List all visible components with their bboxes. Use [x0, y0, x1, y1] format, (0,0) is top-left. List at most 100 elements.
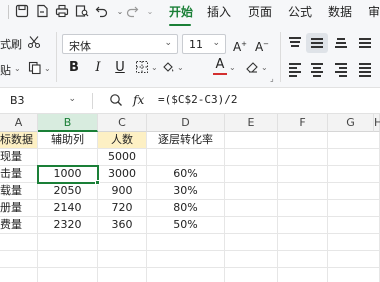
cut-icon[interactable]: [26, 35, 42, 51]
undo-icon[interactable]: [94, 4, 110, 20]
name-box[interactable]: B3 ⌄: [0, 91, 80, 111]
tab-data[interactable]: 数据: [328, 5, 352, 19]
tab-review[interactable]: 审: [368, 5, 380, 19]
cell-g4[interactable]: [328, 183, 380, 200]
insert-function-icon[interactable]: fx: [133, 93, 144, 107]
export-pdf-icon[interactable]: [34, 4, 50, 20]
formula-input[interactable]: =($C$2-C3)/2: [158, 93, 237, 106]
tab-insert[interactable]: 插入: [207, 5, 231, 19]
fill-color-icon[interactable]: [160, 60, 176, 76]
cell-g2[interactable]: [328, 149, 380, 166]
cell-b4[interactable]: 2050: [38, 183, 98, 200]
column-header-h[interactable]: H: [374, 114, 380, 132]
tab-formulas[interactable]: 公式: [288, 5, 312, 19]
cell-e7[interactable]: [225, 234, 278, 251]
format-painter-button[interactable]: 式刷: [0, 36, 22, 52]
cell-f5[interactable]: [278, 200, 328, 217]
cell-e4[interactable]: [225, 183, 278, 200]
cell-a2[interactable]: 现量: [0, 149, 38, 166]
increase-font-size-icon[interactable]: A+: [232, 36, 248, 54]
cell-c2[interactable]: 5000: [98, 149, 147, 166]
column-header-a[interactable]: A: [0, 114, 38, 132]
cell-e3[interactable]: [225, 166, 278, 183]
align-justify-icon[interactable]: [354, 33, 376, 53]
cell-d5[interactable]: 80%: [147, 200, 225, 217]
cell-c5[interactable]: 720: [98, 200, 147, 217]
border-dropdown-chevron-icon[interactable]: ⌄: [151, 63, 158, 72]
cell-f8[interactable]: [278, 251, 328, 268]
underline-icon[interactable]: U: [112, 60, 128, 76]
column-header-g[interactable]: G: [328, 114, 374, 132]
cell-f7[interactable]: [278, 234, 328, 251]
cell-f2[interactable]: [278, 149, 328, 166]
cell-e5[interactable]: [225, 200, 278, 217]
column-header-d[interactable]: D: [147, 114, 225, 132]
cell-c4[interactable]: 900: [98, 183, 147, 200]
cell-f6[interactable]: [278, 217, 328, 234]
cell-e8[interactable]: [225, 251, 278, 268]
redo-dropdown-chevron-icon[interactable]: ⌄: [142, 4, 158, 20]
cell-a5[interactable]: 册量: [0, 200, 38, 217]
italic-icon[interactable]: I: [90, 60, 106, 76]
cell-a8[interactable]: [0, 251, 38, 268]
cell-d9[interactable]: [147, 268, 225, 282]
paste-dropdown-chevron-icon[interactable]: ⌄: [14, 64, 21, 73]
cell-b2[interactable]: [38, 149, 98, 166]
paste-button[interactable]: 贴: [0, 62, 11, 78]
print-icon[interactable]: [54, 4, 70, 20]
copy-icon[interactable]: [27, 61, 43, 77]
cell-f1[interactable]: [278, 132, 328, 149]
cell-d1[interactable]: 逐层转化率: [147, 132, 225, 149]
font-color-icon[interactable]: A: [212, 58, 228, 75]
copy-dropdown-chevron-icon[interactable]: ⌄: [44, 64, 51, 73]
cell-g7[interactable]: [328, 234, 380, 251]
tab-page[interactable]: 页面: [248, 5, 272, 19]
font-name-select[interactable]: 宋体 ⌄: [62, 34, 178, 54]
column-header-b[interactable]: B: [38, 114, 98, 132]
cell-c9[interactable]: [98, 268, 147, 282]
cell-d2[interactable]: [147, 149, 225, 166]
cell-b8[interactable]: [38, 251, 98, 268]
cell-c8[interactable]: [98, 251, 147, 268]
save-icon[interactable]: [14, 4, 30, 20]
cell-a1[interactable]: 标数据: [0, 132, 38, 149]
redo-icon[interactable]: [124, 4, 140, 20]
cell-b5[interactable]: 2140: [38, 200, 98, 217]
cell-a9[interactable]: [0, 268, 38, 282]
cell-d6[interactable]: 50%: [147, 217, 225, 234]
cell-a6[interactable]: 费量: [0, 217, 38, 234]
cell-g1[interactable]: [328, 132, 380, 149]
cell-g3[interactable]: [328, 166, 380, 183]
column-header-f[interactable]: F: [278, 114, 328, 132]
cell-f3[interactable]: [278, 166, 328, 183]
cell-f9[interactable]: [278, 268, 328, 282]
spreadsheet-grid[interactable]: A B C D E F G H 标数据 辅助列 人数 逐层转化率 现量 5000…: [0, 114, 380, 282]
cell-f4[interactable]: [278, 183, 328, 200]
cell-d7[interactable]: [147, 234, 225, 251]
cell-c6[interactable]: 360: [98, 217, 147, 234]
align-left-icon[interactable]: [284, 59, 306, 79]
cell-b7[interactable]: [38, 234, 98, 251]
zoom-search-icon[interactable]: [108, 93, 124, 109]
font-size-select[interactable]: 11 ⌄: [182, 34, 226, 54]
column-header-e[interactable]: E: [225, 114, 278, 132]
cell-c3[interactable]: 3000: [98, 166, 147, 183]
cell-d8[interactable]: [147, 251, 225, 268]
cell-d3[interactable]: 60%: [147, 166, 225, 183]
border-icon[interactable]: [134, 60, 150, 76]
cell-b1[interactable]: 辅助列: [38, 132, 98, 149]
clear-format-icon[interactable]: [244, 60, 260, 76]
decrease-font-size-icon[interactable]: A−: [254, 36, 270, 54]
cell-a4[interactable]: 载量: [0, 183, 38, 200]
cell-c7[interactable]: [98, 234, 147, 251]
cell-e9[interactable]: [225, 268, 278, 282]
cell-a3[interactable]: 击量: [0, 166, 38, 183]
column-header-c[interactable]: C: [98, 114, 147, 132]
font-color-dropdown-chevron-icon[interactable]: ⌄: [229, 63, 236, 72]
cell-e6[interactable]: [225, 217, 278, 234]
cell-g8[interactable]: [328, 251, 380, 268]
tab-home[interactable]: 开始: [169, 5, 193, 19]
cell-e1[interactable]: [225, 132, 278, 149]
cell-d4[interactable]: 30%: [147, 183, 225, 200]
cell-e2[interactable]: [225, 149, 278, 166]
